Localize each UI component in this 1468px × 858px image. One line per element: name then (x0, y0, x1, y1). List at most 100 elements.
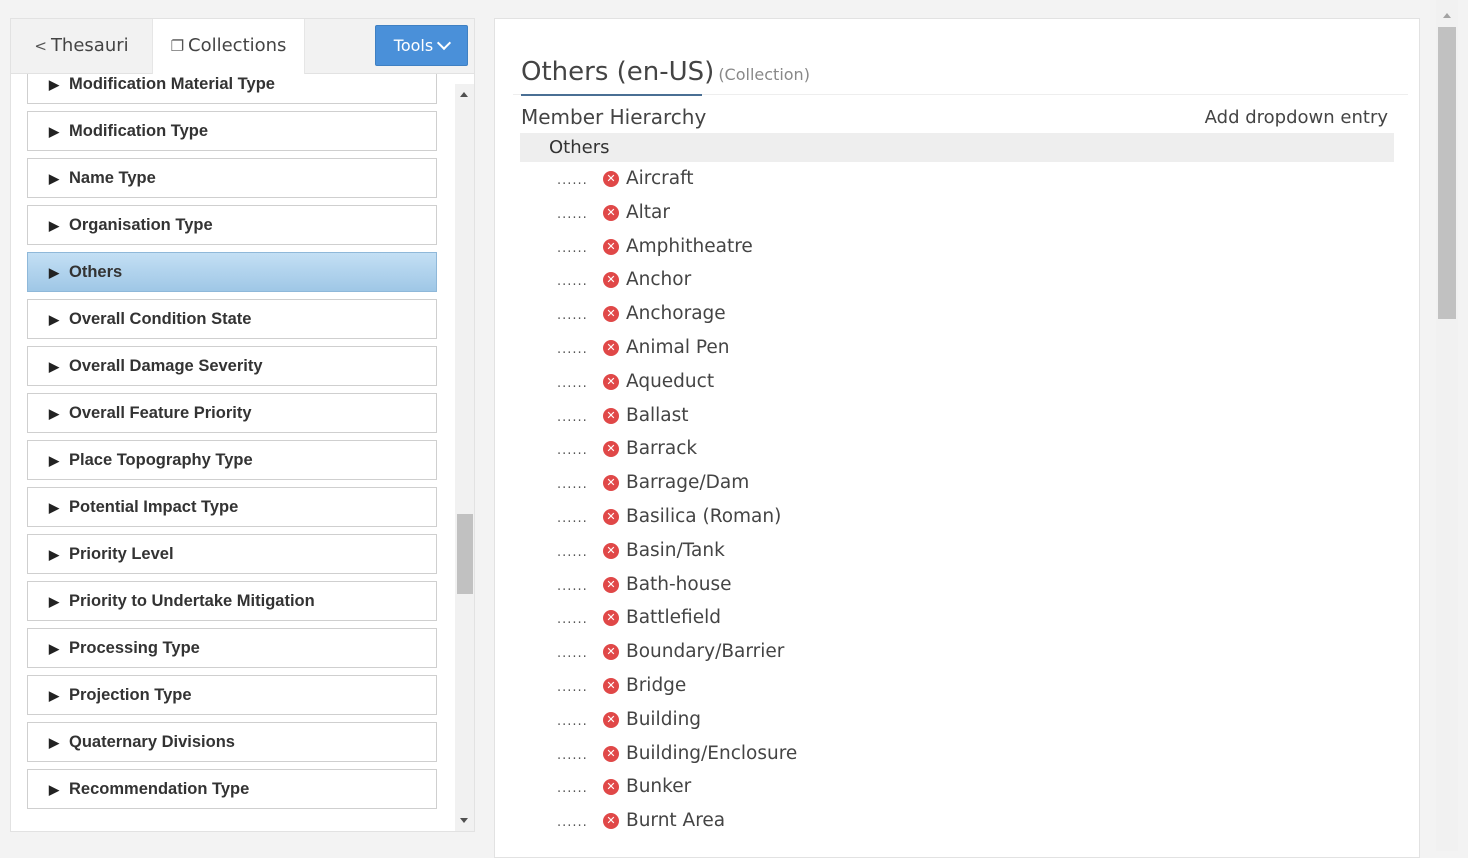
remove-circle-icon[interactable]: ✕ (603, 779, 619, 796)
remove-circle-icon[interactable]: ✕ (603, 306, 619, 323)
member-label[interactable]: Ballast (626, 405, 689, 426)
member-label[interactable]: Building/Enclosure (626, 743, 797, 764)
collection-item[interactable]: ▶ Modification Type (27, 111, 437, 151)
collection-item[interactable]: ▶ Others (27, 252, 437, 292)
collection-item-label: Overall Damage Severity (69, 357, 263, 375)
remove-circle-icon[interactable]: ✕ (603, 508, 619, 525)
member-label[interactable]: Basin/Tank (626, 540, 725, 561)
tab-thesauri[interactable]: < Thesauri (11, 19, 152, 73)
collection-item[interactable]: ▶ Place Topography Type (27, 440, 437, 480)
collection-detail-panel: Others (en-US) (Collection) Member Hierar… (494, 18, 1420, 858)
tab-collections[interactable]: ❐ Collections (152, 19, 305, 74)
hierarchy-dots: ...... (557, 240, 588, 256)
member-row: ...... ✕ Anchorage (557, 297, 1157, 331)
member-label[interactable]: Bath-house (626, 574, 731, 595)
member-label[interactable]: Barrack (626, 438, 697, 459)
remove-circle-icon[interactable]: ✕ (603, 171, 619, 187)
hierarchy-dots: ...... (557, 341, 588, 357)
member-label[interactable]: Battlefield (626, 607, 721, 628)
member-label[interactable]: Bunker (626, 776, 691, 797)
tools-dropdown-button[interactable]: Tools (375, 25, 468, 66)
collection-item-label: Overall Feature Priority (69, 404, 252, 422)
member-label[interactable]: Amphitheatre (626, 236, 753, 257)
hierarchy-dots: ...... (557, 206, 588, 222)
page-scrollbar-thumb[interactable] (1438, 27, 1456, 319)
triangle-right-icon: ▶ (49, 500, 59, 515)
remove-circle-icon[interactable]: ✕ (603, 813, 619, 830)
member-label[interactable]: Aqueduct (626, 371, 714, 392)
triangle-right-icon: ▶ (49, 547, 59, 562)
triangle-right-icon: ▶ (49, 641, 59, 656)
member-label[interactable]: Aircraft (626, 168, 694, 189)
member-label[interactable]: Boundary/Barrier (626, 641, 784, 662)
member-row: ...... ✕ Bridge (557, 669, 1157, 703)
collection-item[interactable]: ▶ Name Type (27, 158, 437, 198)
member-hierarchy-label: Member Hierarchy (521, 105, 707, 129)
remove-circle-icon[interactable]: ✕ (603, 677, 619, 694)
collection-item[interactable]: ▶ Modification Material Type (27, 74, 437, 104)
member-row: ...... ✕ Altar (557, 196, 1157, 230)
member-label[interactable]: Burnt Area (626, 810, 725, 831)
hierarchy-dots: ...... (557, 815, 588, 831)
collection-list-scrollbar[interactable] (455, 84, 474, 831)
scrollbar-thumb[interactable] (457, 514, 473, 594)
collection-item[interactable]: ▶ Overall Condition State (27, 299, 437, 339)
collection-item[interactable]: ▶ Recommendation Type (27, 769, 437, 809)
page-title: Others (en-US) (Collection) (521, 57, 810, 87)
scroll-up-icon[interactable] (460, 92, 468, 97)
remove-circle-icon[interactable]: ✕ (603, 745, 619, 762)
copy-icon: ❐ (170, 37, 185, 55)
tab-collections-label: Collections (188, 35, 287, 56)
remove-circle-icon[interactable]: ✕ (603, 576, 619, 593)
add-dropdown-entry-link[interactable]: Add dropdown entry (1205, 107, 1388, 128)
member-row: ...... ✕ Amphitheatre (557, 230, 1157, 264)
remove-circle-icon[interactable]: ✕ (603, 475, 619, 492)
hierarchy-root[interactable]: Others (520, 133, 1394, 162)
collection-item[interactable]: ▶ Quaternary Divisions (27, 722, 437, 762)
collection-item[interactable]: ▶ Overall Damage Severity (27, 346, 437, 386)
collection-item[interactable]: ▶ Potential Impact Type (27, 487, 437, 527)
member-label[interactable]: Altar (626, 202, 670, 223)
remove-circle-icon[interactable]: ✕ (603, 407, 619, 424)
member-label[interactable]: Anchor (626, 269, 691, 290)
scroll-down-icon[interactable] (460, 818, 468, 823)
triangle-right-icon: ▶ (49, 688, 59, 703)
member-row: ...... ✕ Barrage/Dam (557, 466, 1157, 500)
remove-circle-icon[interactable]: ✕ (603, 339, 619, 356)
member-label[interactable]: Animal Pen (626, 337, 730, 358)
collection-item-label: Processing Type (69, 639, 200, 657)
remove-circle-icon[interactable]: ✕ (603, 610, 619, 627)
remove-circle-icon[interactable]: ✕ (603, 238, 619, 255)
collection-item[interactable]: ▶ Organisation Type (27, 205, 437, 245)
member-row: ...... ✕ Building/Enclosure (557, 737, 1157, 771)
member-label[interactable]: Building (626, 709, 701, 730)
collection-item[interactable]: ▶ Priority Level (27, 534, 437, 574)
remove-circle-icon[interactable]: ✕ (603, 711, 619, 728)
member-label[interactable]: Anchorage (626, 303, 726, 324)
collection-item[interactable]: ▶ Projection Type (27, 675, 437, 715)
member-row: ...... ✕ Ballast (557, 399, 1157, 433)
member-row: ...... ✕ Basilica (Roman) (557, 500, 1157, 534)
collection-item-label: Priority Level (69, 545, 174, 563)
tools-label: Tools (393, 36, 434, 55)
collection-item[interactable]: ▶ Priority to Undertake Mitigation (27, 581, 437, 621)
scroll-up-icon[interactable] (1443, 13, 1451, 18)
triangle-right-icon: ▶ (49, 218, 59, 233)
member-label[interactable]: Barrage/Dam (626, 472, 749, 493)
remove-circle-icon[interactable]: ✕ (603, 373, 619, 390)
hierarchy-dots: ...... (557, 409, 588, 425)
remove-circle-icon[interactable]: ✕ (603, 644, 619, 661)
member-row: ...... ✕ Aircraft (557, 162, 1157, 196)
member-label[interactable]: Bridge (626, 675, 686, 696)
remove-circle-icon[interactable]: ✕ (603, 542, 619, 559)
remove-circle-icon[interactable]: ✕ (603, 441, 619, 458)
page-scrollbar[interactable] (1436, 0, 1458, 851)
triangle-right-icon: ▶ (49, 265, 59, 280)
remove-circle-icon[interactable]: ✕ (603, 272, 619, 289)
collection-item[interactable]: ▶ Overall Feature Priority (27, 393, 437, 433)
collection-item-label: Organisation Type (69, 216, 213, 234)
member-label[interactable]: Basilica (Roman) (626, 506, 781, 527)
collection-item[interactable]: ▶ Processing Type (27, 628, 437, 668)
triangle-right-icon: ▶ (49, 594, 59, 609)
remove-circle-icon[interactable]: ✕ (603, 204, 619, 221)
